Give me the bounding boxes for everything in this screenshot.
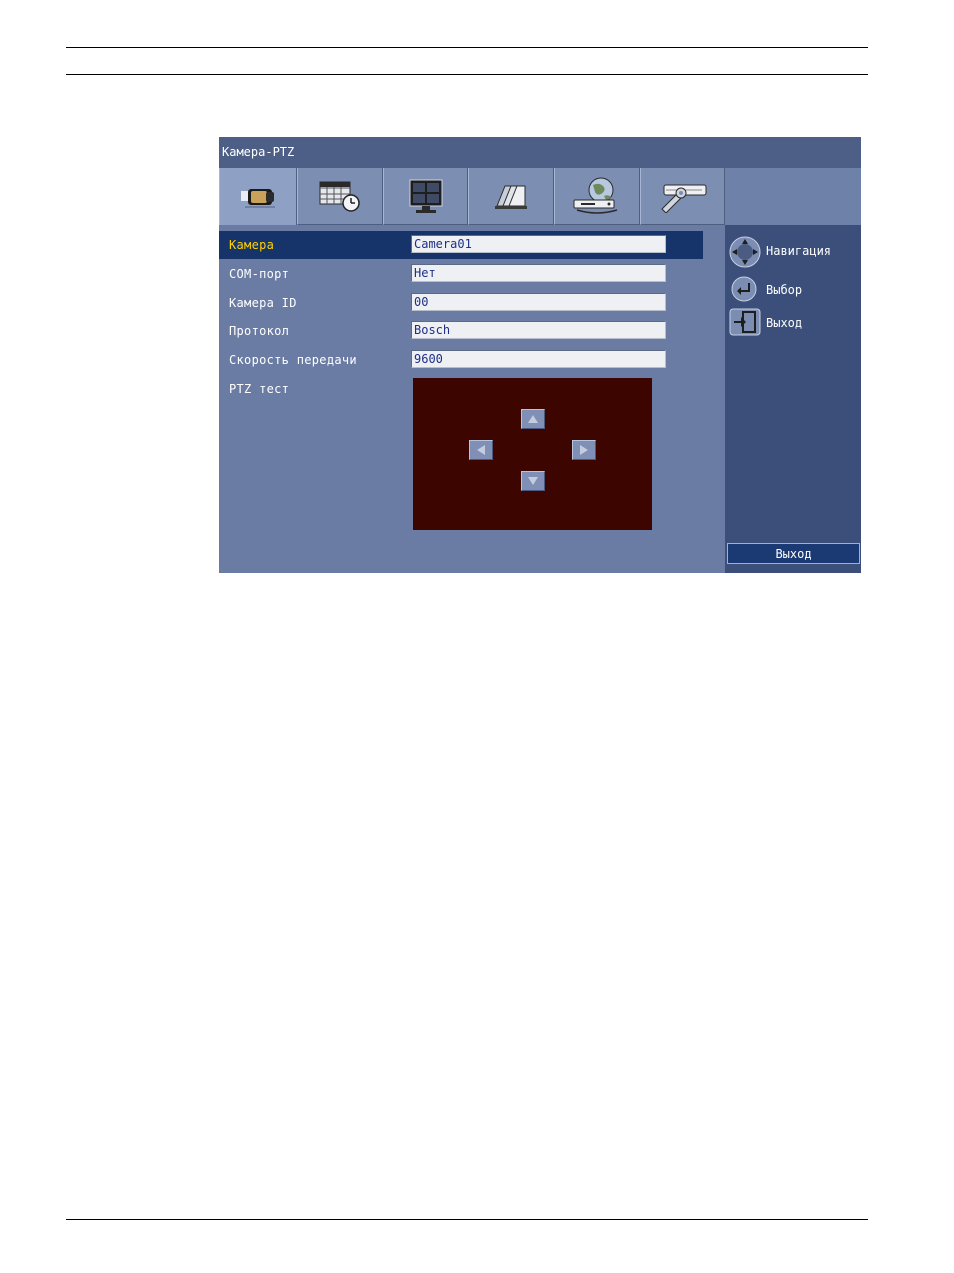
ptz-test-label: PTZ тест bbox=[229, 382, 290, 396]
camera-id-label: Камера ID bbox=[229, 296, 297, 310]
row-com-port[interactable]: COM-порт Нет bbox=[219, 260, 703, 288]
exit-icon bbox=[729, 308, 761, 336]
hint-select-label: Выбор bbox=[766, 283, 803, 297]
navigation-icon bbox=[729, 236, 761, 268]
row-camera[interactable]: Камера Camera01 bbox=[219, 231, 703, 259]
hint-select: Выбор bbox=[729, 275, 859, 305]
monitor-icon bbox=[409, 179, 442, 213]
hint-navigation: Навигация bbox=[729, 236, 859, 268]
row-camera-id[interactable]: Камера ID 00 bbox=[219, 289, 703, 317]
hint-navigation-label: Навигация bbox=[766, 244, 832, 258]
tab-schedule[interactable] bbox=[297, 168, 383, 225]
ptz-up-button[interactable] bbox=[521, 409, 545, 429]
header-rule-top bbox=[66, 47, 868, 48]
exit-button[interactable]: Выход bbox=[727, 543, 860, 564]
baud-rate-label: Скорость передачи bbox=[229, 353, 357, 367]
tab-network[interactable] bbox=[554, 168, 640, 225]
hint-exit-label: Выход bbox=[766, 316, 803, 330]
row-protocol[interactable]: Протокол Bosch bbox=[219, 317, 703, 345]
dvr-settings-screen: Камера-PTZ Камера Camera01 COM-порт Нет … bbox=[219, 137, 861, 573]
enter-icon bbox=[731, 276, 757, 302]
tab-tools[interactable] bbox=[640, 168, 725, 225]
arrow-left-icon bbox=[477, 445, 485, 455]
protocol-field[interactable]: Bosch bbox=[411, 321, 666, 339]
schedule-icon bbox=[319, 181, 360, 212]
protocol-label: Протокол bbox=[229, 324, 290, 338]
archive-icon bbox=[495, 185, 527, 209]
ptz-down-button[interactable] bbox=[521, 471, 545, 491]
camera-label: Камера bbox=[229, 238, 275, 252]
camera-field[interactable]: Camera01 bbox=[411, 235, 666, 253]
tab-monitor[interactable] bbox=[383, 168, 468, 225]
network-icon bbox=[573, 177, 618, 214]
tab-archive[interactable] bbox=[468, 168, 554, 225]
header-rule-bottom bbox=[66, 74, 868, 75]
ptz-left-button[interactable] bbox=[469, 440, 493, 460]
ptz-control-pad bbox=[413, 378, 652, 530]
com-port-label: COM-порт bbox=[229, 267, 290, 281]
ptz-right-button[interactable] bbox=[572, 440, 596, 460]
arrow-up-icon bbox=[528, 415, 538, 423]
camera-id-field[interactable]: 00 bbox=[411, 293, 666, 311]
tools-icon bbox=[660, 184, 706, 213]
com-port-field[interactable]: Нет bbox=[411, 264, 666, 282]
hint-exit: Выход bbox=[729, 308, 859, 338]
arrow-down-icon bbox=[528, 477, 538, 485]
arrow-right-icon bbox=[580, 445, 588, 455]
right-header-area bbox=[725, 168, 861, 225]
window-title: Камера-PTZ bbox=[219, 137, 861, 168]
baud-rate-field[interactable]: 9600 bbox=[411, 350, 666, 368]
tab-camera[interactable] bbox=[219, 168, 297, 225]
footer-rule bbox=[66, 1219, 868, 1220]
row-baud-rate[interactable]: Скорость передачи 9600 bbox=[219, 346, 703, 374]
camera-icon bbox=[241, 188, 275, 208]
menu-tab-bar bbox=[219, 168, 725, 225]
